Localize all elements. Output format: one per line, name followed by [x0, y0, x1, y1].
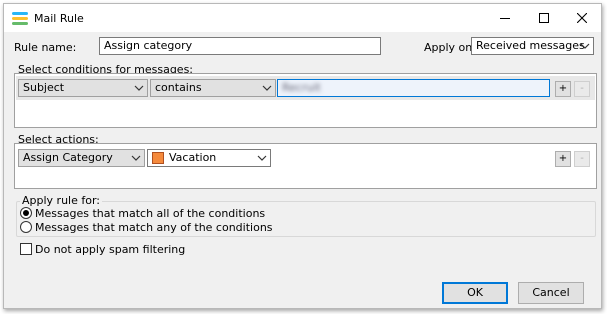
- spam-filter-checkbox[interactable]: [20, 243, 32, 255]
- title-bar: Mail Rule: [4, 4, 601, 32]
- chevron-down-icon: [257, 155, 267, 161]
- window-title: Mail Rule: [34, 12, 84, 25]
- remove-condition-button[interactable]: -: [574, 81, 590, 97]
- match-any-label[interactable]: Messages that match any of the condition…: [35, 221, 273, 234]
- chevron-down-icon: [580, 43, 590, 49]
- rule-name-input[interactable]: Assign category: [99, 37, 381, 55]
- rule-name-label: Rule name:: [14, 41, 77, 54]
- match-any-radio[interactable]: [20, 221, 32, 233]
- condition-value-input[interactable]: Recruit: [277, 79, 550, 97]
- remove-action-button[interactable]: -: [574, 151, 590, 167]
- close-button[interactable]: [565, 4, 599, 32]
- apply-on-label: Apply on:: [424, 41, 476, 54]
- chevron-down-icon: [131, 155, 141, 161]
- action-type-dropdown[interactable]: Assign Category: [18, 149, 145, 167]
- minimize-icon: [500, 18, 510, 19]
- close-icon: [577, 13, 587, 23]
- condition-value-text: Recruit: [282, 81, 321, 94]
- category-color-swatch: [152, 152, 164, 164]
- chevron-down-icon: [262, 85, 272, 91]
- add-condition-button[interactable]: +: [555, 81, 571, 97]
- add-action-button[interactable]: +: [555, 151, 571, 167]
- action-type-value: Assign Category: [23, 151, 113, 164]
- category-value: Vacation: [169, 151, 217, 164]
- match-all-label[interactable]: Messages that match all of the condition…: [35, 207, 265, 220]
- cancel-button[interactable]: Cancel: [518, 282, 584, 304]
- match-all-radio[interactable]: [20, 207, 32, 219]
- spam-filter-label[interactable]: Do not apply spam filtering: [35, 243, 185, 256]
- mail-rule-app-icon: [12, 12, 28, 25]
- apply-on-value: Received messages: [476, 39, 585, 52]
- condition-field-value: Subject: [23, 81, 65, 94]
- category-dropdown[interactable]: Vacation: [147, 149, 271, 167]
- minimize-button[interactable]: [488, 4, 522, 32]
- ok-button[interactable]: OK: [442, 282, 508, 304]
- condition-operator-dropdown[interactable]: contains: [150, 79, 276, 97]
- maximize-icon: [539, 13, 549, 23]
- condition-field-dropdown[interactable]: Subject: [18, 79, 148, 97]
- condition-operator-value: contains: [155, 81, 202, 94]
- chevron-down-icon: [134, 85, 144, 91]
- apply-rule-label: Apply rule for:: [20, 194, 103, 207]
- apply-on-dropdown[interactable]: Received messages: [471, 37, 594, 55]
- mail-rule-dialog: Mail Rule Rule name: Assign category App…: [3, 3, 602, 309]
- maximize-button[interactable]: [527, 4, 561, 32]
